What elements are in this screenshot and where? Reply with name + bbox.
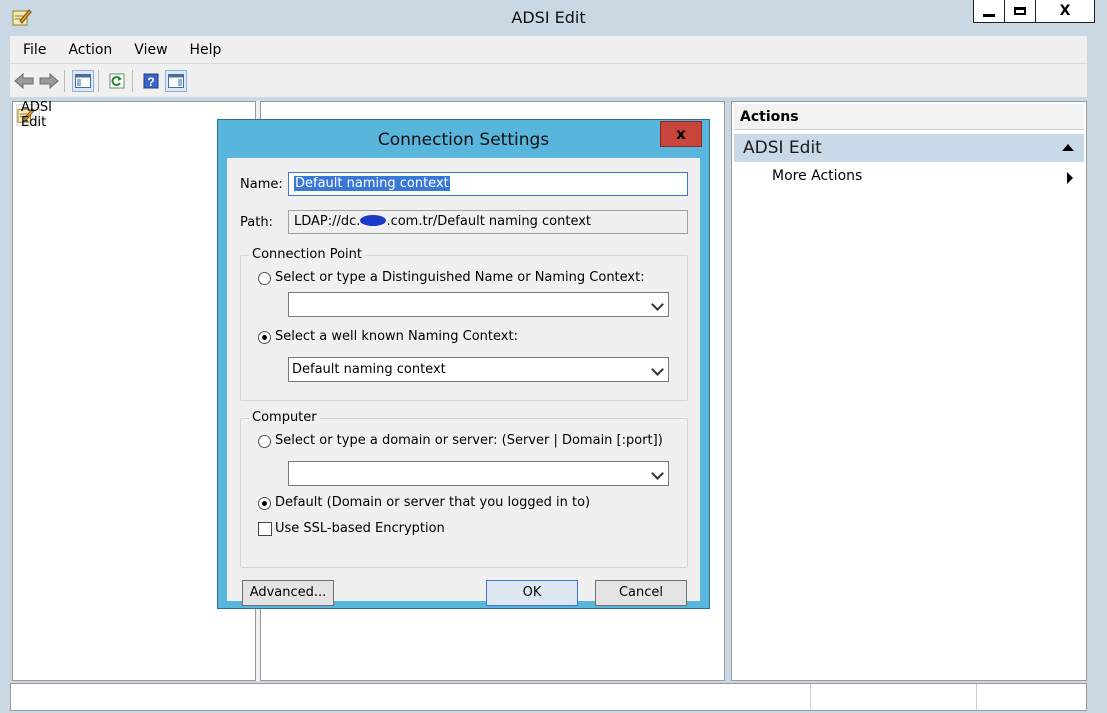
connection-point-legend: Connection Point: [249, 247, 365, 262]
computer-legend: Computer: [249, 410, 320, 425]
dialog-title: Connection Settings: [377, 130, 550, 150]
status-bar: [10, 683, 1087, 711]
tree-item-adsi-edit[interactable]: ADSI Edit: [16, 100, 52, 130]
show-hide-console-tree-icon: [75, 73, 91, 88]
path-prefix: LDAP://dc.: [294, 214, 361, 229]
ssl-checkbox[interactable]: [258, 522, 272, 536]
maximize-button[interactable]: [1005, 0, 1036, 22]
name-field[interactable]: Default naming context: [288, 172, 688, 196]
radio-domain-or-server[interactable]: [258, 435, 271, 448]
toolbar: ?: [10, 63, 1087, 97]
option-distinguished-name-label: Select or type a Distinguished Name or N…: [275, 270, 645, 285]
toolbar-separator: [98, 69, 99, 92]
path-suffix: .com.tr/Default naming context: [386, 214, 592, 229]
chevron-down-icon: [651, 467, 664, 480]
domain-or-server-combo[interactable]: [288, 461, 669, 486]
forward-button[interactable]: [38, 70, 60, 92]
title-bar: ADSI Edit X: [0, 0, 1107, 36]
forward-arrow-icon: [39, 72, 59, 89]
well-known-context-select[interactable]: Default naming context: [288, 357, 669, 382]
redaction-mark: [360, 215, 387, 226]
menu-view[interactable]: View: [122, 42, 177, 58]
actions-pane: Actions ADSI Edit More Actions: [731, 101, 1087, 681]
submenu-arrow-icon: [1067, 172, 1073, 184]
option-domain-or-server-label: Select or type a domain or server: (Serv…: [275, 433, 663, 448]
chevron-down-icon: [651, 363, 664, 376]
back-arrow-icon: [14, 72, 34, 89]
ssl-checkbox-label: Use SSL-based Encryption: [275, 521, 445, 536]
cancel-button[interactable]: Cancel: [595, 580, 687, 606]
window-title: ADSI Edit: [511, 8, 586, 27]
minimize-button[interactable]: [974, 0, 1005, 22]
menu-bar: File Action View Help: [10, 36, 1087, 63]
distinguished-name-combo[interactable]: [288, 292, 669, 317]
svg-text:?: ?: [147, 75, 154, 89]
actions-header: Actions: [734, 104, 1084, 130]
well-known-context-value: Default naming context: [292, 362, 446, 377]
back-button[interactable]: [13, 70, 35, 92]
path-label: Path:: [240, 215, 273, 230]
menu-action[interactable]: Action: [56, 42, 122, 58]
help-icon: ?: [143, 73, 159, 89]
menu-file[interactable]: File: [10, 42, 56, 58]
actions-group-adsi-edit[interactable]: ADSI Edit: [734, 134, 1084, 162]
name-value: Default naming context: [294, 176, 450, 191]
more-actions-item[interactable]: More Actions: [772, 168, 862, 184]
minimize-icon: [983, 13, 995, 17]
ok-button[interactable]: OK: [486, 580, 578, 606]
show-hide-action-pane-button[interactable]: [165, 69, 187, 92]
dialog-close-button[interactable]: x: [660, 121, 702, 147]
tree-item-label: ADSI Edit: [21, 100, 52, 130]
status-segment: [976, 684, 977, 710]
menu-help[interactable]: Help: [178, 42, 232, 58]
toolbar-separator: [64, 69, 65, 92]
option-default-domain-label: Default (Domain or server that you logge…: [275, 495, 591, 510]
connection-settings-dialog: Connection Settings x Name: Default nami…: [217, 119, 710, 609]
path-field: LDAP://dc. .com.tr/Default naming context: [288, 210, 688, 234]
toolbar-separator: [132, 69, 133, 92]
radio-well-known-context[interactable]: [258, 331, 271, 344]
name-label: Name:: [240, 177, 283, 192]
maximize-icon: [1014, 7, 1026, 15]
refresh-button[interactable]: [106, 70, 128, 92]
show-hide-console-tree-button[interactable]: [72, 69, 94, 92]
help-button[interactable]: ?: [140, 70, 162, 92]
collapse-up-icon[interactable]: [1062, 144, 1074, 151]
radio-default-domain[interactable]: [258, 497, 271, 510]
show-hide-action-pane-icon: [168, 73, 184, 88]
refresh-icon: [109, 73, 125, 88]
radio-distinguished-name[interactable]: [258, 272, 271, 285]
actions-group-label: ADSI Edit: [743, 138, 822, 158]
advanced-button[interactable]: Advanced...: [242, 580, 334, 606]
dialog-body: Name: Default naming context Path: LDAP:…: [227, 158, 700, 606]
status-segment: [810, 684, 811, 710]
chevron-down-icon: [651, 298, 664, 311]
window-controls: X: [973, 0, 1095, 23]
window-close-button[interactable]: X: [1036, 0, 1094, 22]
option-well-known-label: Select a well known Naming Context:: [275, 329, 518, 344]
